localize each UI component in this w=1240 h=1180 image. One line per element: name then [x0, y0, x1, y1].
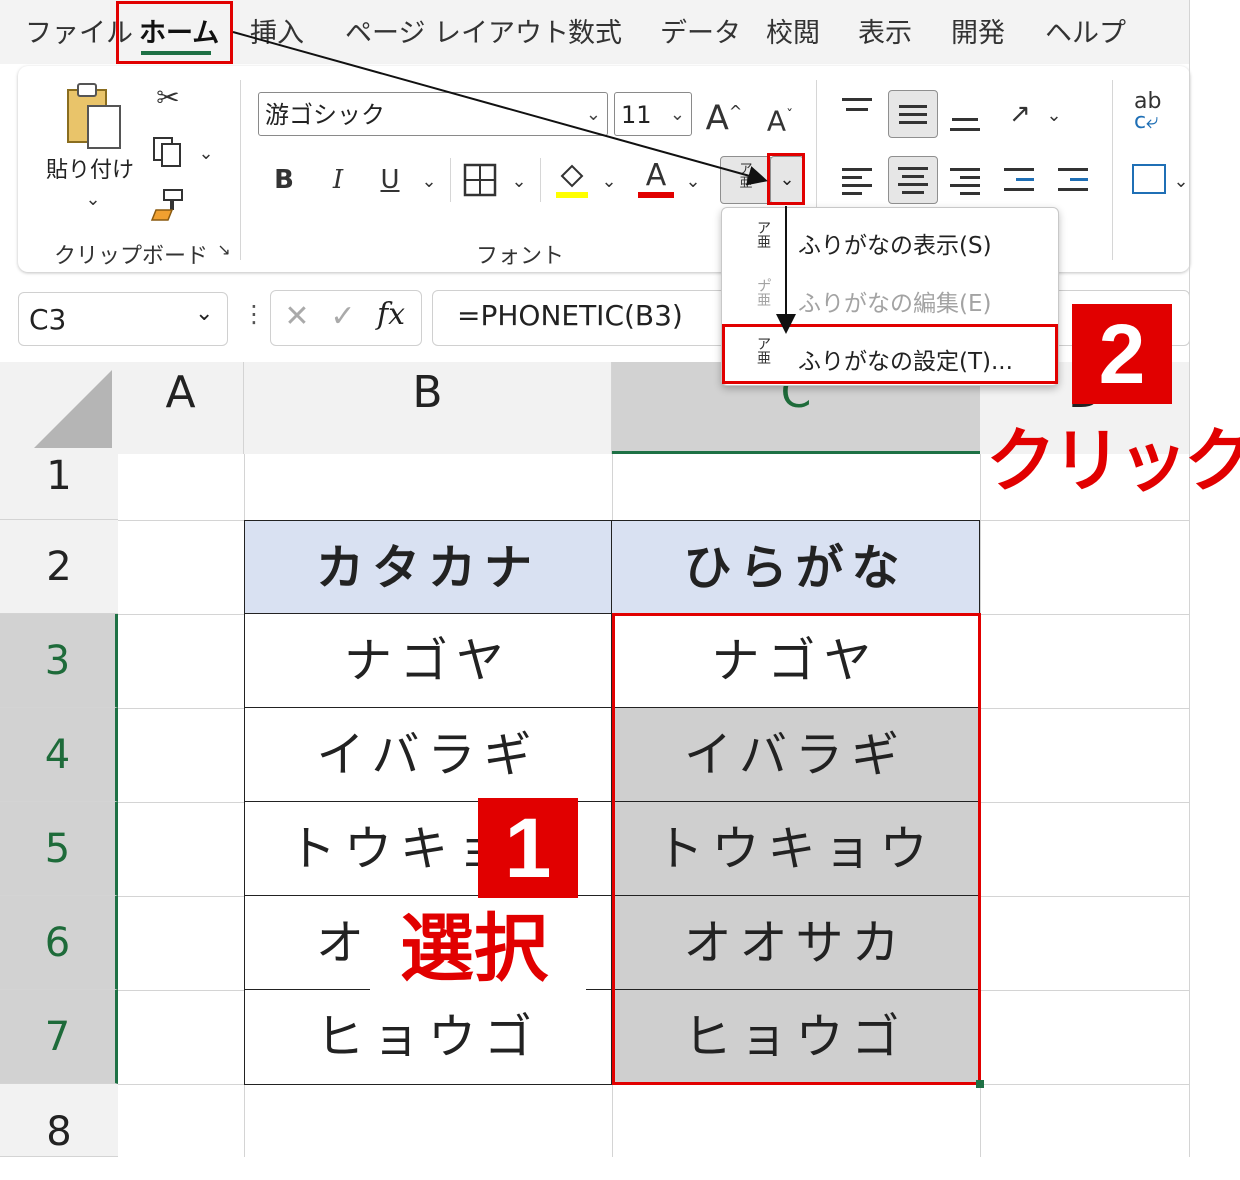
annotation-arrows — [232, 31, 796, 334]
